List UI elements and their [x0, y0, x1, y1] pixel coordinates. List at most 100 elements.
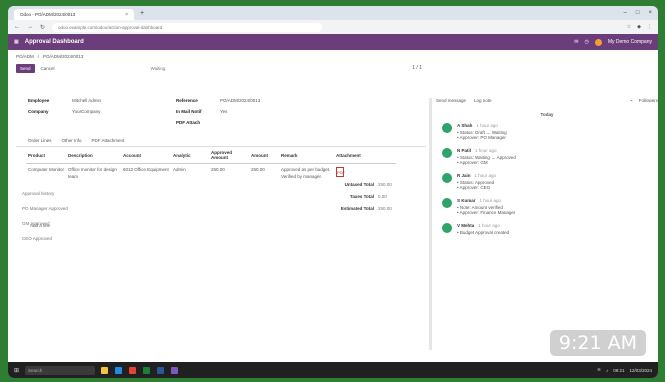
message-line: Approver: CEO	[457, 185, 496, 190]
note-item[interactable]: PO Manager Approved	[22, 206, 68, 211]
cell-attachment[interactable]: PDF	[334, 164, 396, 184]
word-icon[interactable]	[157, 366, 165, 374]
extension-icon[interactable]: ◆	[637, 24, 641, 30]
col-description[interactable]: Description	[66, 147, 121, 164]
file-explorer-icon[interactable]	[101, 366, 109, 374]
col-analytic[interactable]: Analytic	[171, 147, 209, 164]
new-tab-button[interactable]: +	[140, 10, 144, 17]
col-attachment[interactable]: Attachment	[334, 147, 396, 164]
cell-amount[interactable]: 250.00	[249, 164, 279, 184]
windows-start-icon[interactable]: ⊞	[14, 367, 19, 374]
company-value[interactable]: YourCompany	[72, 109, 172, 114]
close-tab-icon[interactable]: ×	[125, 12, 128, 18]
employee-value[interactable]: Mitchell Admin	[72, 98, 172, 103]
log-note-button[interactable]: Log note	[474, 98, 492, 104]
estimated-total-value: 250.00	[378, 206, 392, 211]
message-author[interactable]: S Kumar	[457, 198, 476, 203]
form-fields: Employee Mitchell Admin Reference PO/ADM…	[28, 98, 426, 125]
chatter-message: S Kumar1 hour ago Note: Amount verifiedA…	[442, 198, 658, 215]
avatar[interactable]	[442, 223, 452, 233]
reference-value[interactable]: PO/ADM/2024/0013	[220, 98, 310, 103]
reference-label: Reference	[176, 98, 198, 103]
forward-icon[interactable]: →	[27, 24, 33, 30]
chatter-right: ⌁ Followers	[630, 98, 658, 104]
tab-title: Odoo - PO/ADM/2024/0013	[20, 12, 76, 17]
tray-time[interactable]: 09:21	[613, 368, 624, 373]
col-amount[interactable]: Amount	[249, 147, 279, 164]
activity-icon[interactable]: ◷	[584, 39, 588, 45]
teams-icon[interactable]	[171, 366, 179, 374]
mail-notif-value[interactable]: Yes	[220, 109, 310, 114]
navbar-right: ✉ ◷ My Demo Company	[574, 38, 652, 46]
maximize-button[interactable]: □	[636, 10, 640, 16]
cell-analytic[interactable]: Admin	[171, 164, 209, 184]
breadcrumb-parent[interactable]: PO/ADM	[16, 54, 34, 59]
form-scrollbar[interactable]	[429, 98, 432, 350]
apps-menu-icon[interactable]: ▦	[14, 39, 19, 45]
chat-icon[interactable]: ✉	[574, 39, 578, 45]
cell-approved-amount[interactable]: 250.00	[209, 164, 249, 184]
browser-tab[interactable]: Odoo - PO/ADM/2024/0013 ×	[14, 9, 134, 20]
system-tray: ≋ ♪ 09:21 12/03/2024	[597, 367, 652, 373]
tab-other-info[interactable]: Other Info	[62, 138, 82, 143]
notebook-tabs: Order Lines Other Info PDF Attachment	[16, 135, 426, 147]
back-icon[interactable]: ←	[14, 24, 20, 30]
employee-label: Employee	[28, 98, 50, 103]
chrome-icon[interactable]	[129, 366, 137, 374]
pdf-attach-value[interactable]	[220, 120, 310, 125]
status-badge[interactable]: Waiting	[151, 66, 166, 71]
cell-remark[interactable]: Approved as per budget. Verified by mana…	[279, 164, 334, 184]
desktop-screen: Odoo - PO/ADM/2024/0013 × + – □ × ← → ↻ …	[8, 6, 658, 378]
pager[interactable]: 1 / 1	[412, 65, 422, 71]
volume-icon[interactable]: ♪	[606, 368, 608, 373]
close-window-button[interactable]: ×	[648, 10, 652, 16]
followers-button[interactable]: Followers	[639, 98, 658, 104]
reload-icon[interactable]: ↻	[40, 24, 45, 31]
avatar[interactable]	[442, 198, 452, 208]
tab-order-lines[interactable]: Order Lines	[28, 138, 52, 143]
app-title[interactable]: Approval Dashboard	[25, 39, 84, 45]
chatter-panel: Send message Log note ⌁ Followers Today …	[436, 98, 658, 243]
message-author[interactable]: R Jain	[457, 173, 471, 178]
col-account[interactable]: Account	[121, 147, 171, 164]
clock-overlay: 9:21 AM	[549, 330, 646, 356]
chatter-message: V Mehta 1 hour ago Budget Approval create…	[442, 223, 658, 235]
avatar[interactable]	[442, 173, 452, 183]
message-author[interactable]: N Patil	[457, 148, 471, 153]
col-approved-amount[interactable]: Approved Amount	[209, 147, 249, 164]
minimize-button[interactable]: –	[624, 10, 627, 16]
note-item[interactable]: GM Approved	[22, 221, 68, 226]
tray-date[interactable]: 12/03/2024	[629, 368, 652, 373]
table-row[interactable]: Computer Monitor Office monitor for desi…	[26, 164, 396, 184]
cell-description[interactable]: Office monitor for design team	[66, 164, 121, 184]
note-item[interactable]: Approval history	[22, 191, 68, 196]
avatar[interactable]	[594, 38, 602, 46]
message-author[interactable]: A Shah	[457, 123, 472, 128]
add-line-link[interactable]: Add a line	[30, 223, 426, 228]
taxes-total-label: Taxes Total	[349, 194, 374, 199]
paperclip-icon[interactable]: ⌁	[630, 98, 633, 104]
menu-icon[interactable]: ⋮	[647, 24, 652, 30]
excel-icon[interactable]	[143, 366, 151, 374]
note-item[interactable]: CEO Approved	[22, 236, 68, 241]
pdf-file-icon[interactable]: PDF	[336, 167, 345, 177]
avatar[interactable]	[442, 148, 452, 158]
company-name[interactable]: My Demo Company	[608, 39, 652, 45]
col-product[interactable]: Product	[26, 147, 66, 164]
star-icon[interactable]: ☆	[627, 24, 631, 30]
message-author[interactable]: V Mehta	[457, 223, 474, 228]
avatar[interactable]	[442, 123, 452, 133]
chatter-message: A Shah1 hour ago Status: Draft → Waiting…	[442, 123, 658, 140]
wifi-icon[interactable]: ≋	[597, 367, 601, 373]
col-remark[interactable]: Remark	[279, 147, 334, 164]
edge-icon[interactable]	[115, 366, 123, 374]
taskbar-search-input[interactable]: Search	[25, 365, 96, 375]
cancel-button[interactable]: Cancel	[41, 66, 55, 71]
taskbar-apps	[101, 366, 179, 374]
send-button[interactable]: Send	[16, 63, 35, 73]
tab-pdf-attachment[interactable]: PDF Attachment	[92, 138, 125, 143]
url-input[interactable]: odoo.example.com/odoo/action-approval-da…	[52, 22, 323, 32]
cell-product[interactable]: Computer Monitor	[26, 164, 66, 184]
send-message-button[interactable]: Send message	[436, 98, 466, 104]
cell-account[interactable]: 6012 Office Equipment	[121, 164, 171, 184]
